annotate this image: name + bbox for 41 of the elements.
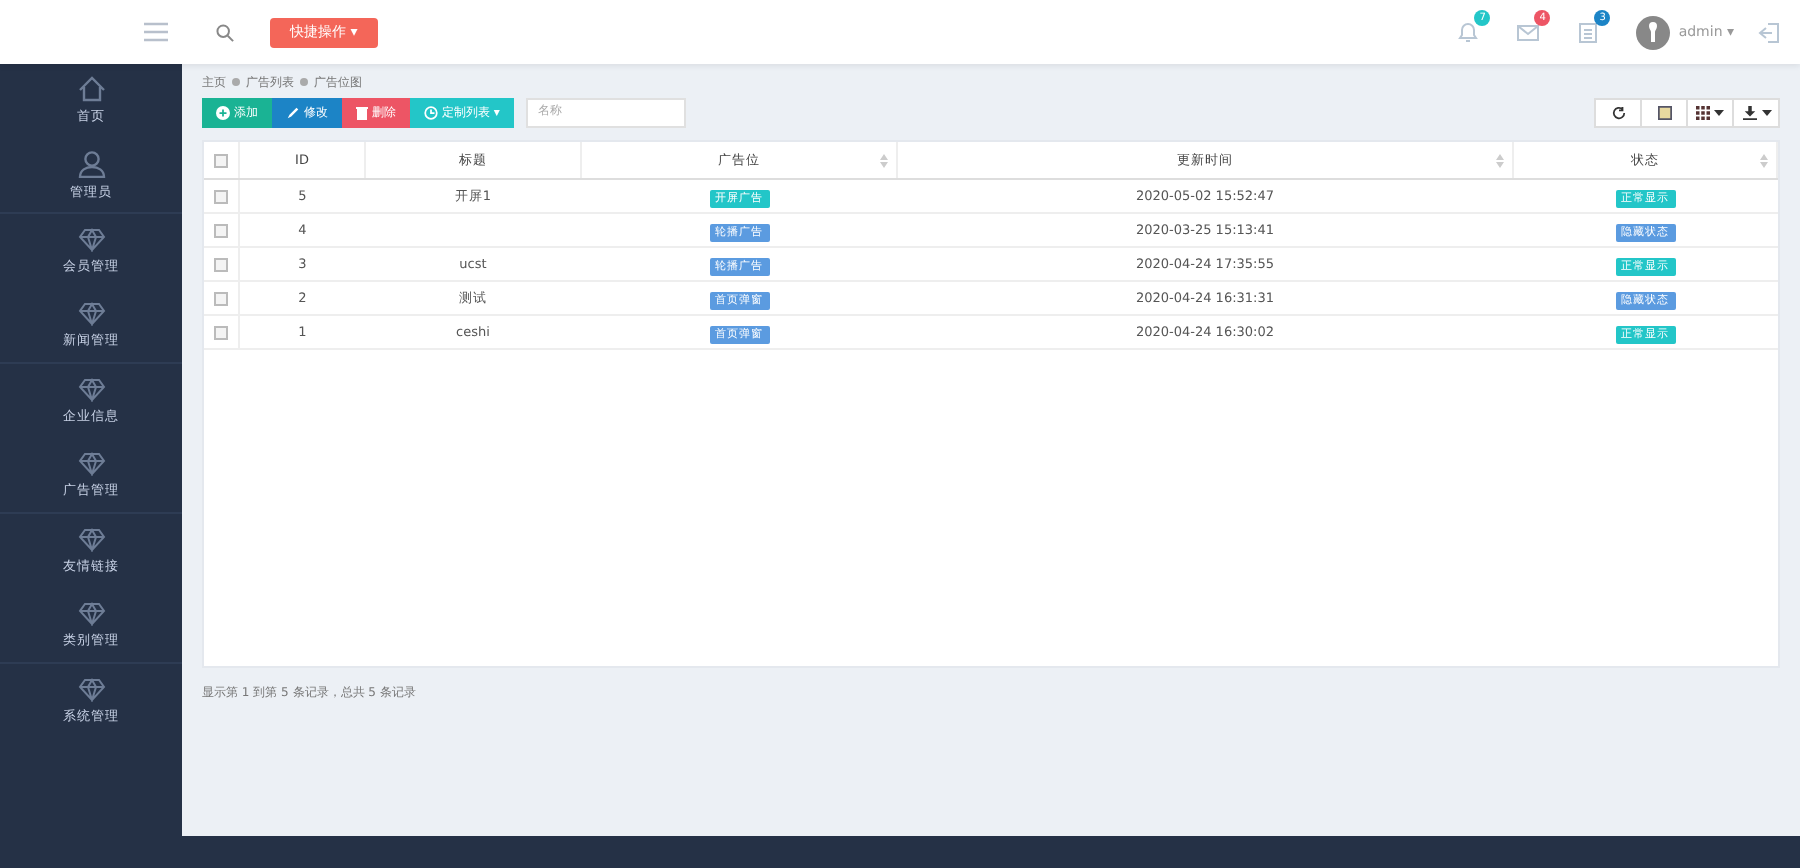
search-icon[interactable] xyxy=(216,23,234,41)
avatar-icon[interactable] xyxy=(1636,15,1671,49)
envelope-icon[interactable] xyxy=(1516,20,1541,44)
row-checkbox[interactable] xyxy=(214,325,228,340)
list-icon[interactable] xyxy=(1576,20,1601,44)
logout-icon[interactable] xyxy=(1758,21,1780,43)
export-button[interactable] xyxy=(1732,97,1780,127)
trash-icon xyxy=(356,105,368,119)
refresh-button[interactable] xyxy=(1594,97,1642,127)
toggle-view-button[interactable] xyxy=(1640,97,1688,127)
columns-button[interactable] xyxy=(1686,97,1734,127)
sort-icon[interactable] xyxy=(1760,154,1768,168)
diamond-icon xyxy=(77,451,105,475)
row-checkbox[interactable] xyxy=(214,257,228,272)
menu-icon[interactable] xyxy=(144,22,168,42)
diamond-icon xyxy=(77,527,105,551)
caret-icon xyxy=(1714,109,1724,115)
row-checkbox[interactable] xyxy=(214,291,228,306)
user-icon xyxy=(77,149,105,177)
diamond-icon xyxy=(77,677,105,701)
clock-icon xyxy=(424,105,438,119)
download-icon xyxy=(1741,105,1757,119)
sort-icon[interactable] xyxy=(880,154,888,168)
separator-icon xyxy=(300,78,308,86)
diamond-icon xyxy=(77,227,105,251)
card-icon xyxy=(1657,105,1671,119)
diamond-icon xyxy=(77,601,105,625)
bell-icon[interactable] xyxy=(1456,20,1481,44)
separator-icon xyxy=(232,78,240,86)
refresh-icon xyxy=(1611,105,1625,119)
grid-icon xyxy=(1696,105,1710,119)
pencil-icon xyxy=(286,105,300,119)
select-all-checkbox[interactable] xyxy=(214,153,228,168)
plus-icon xyxy=(216,105,230,119)
row-checkbox[interactable] xyxy=(214,223,228,238)
diamond-icon xyxy=(77,301,105,325)
caret-icon xyxy=(1761,109,1771,115)
home-icon xyxy=(77,76,105,102)
diamond-icon xyxy=(77,377,105,401)
sort-icon[interactable] xyxy=(1496,154,1504,168)
row-checkbox[interactable] xyxy=(214,189,228,204)
